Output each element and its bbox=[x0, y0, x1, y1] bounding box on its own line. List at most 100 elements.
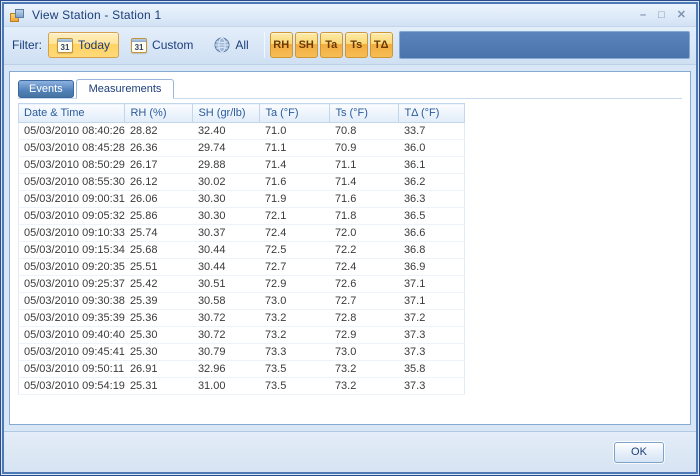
table-cell: 25.30 bbox=[125, 327, 193, 344]
table-cell: 05/03/2010 08:55:30 bbox=[19, 174, 125, 191]
table-cell: 36.3 bbox=[399, 191, 465, 208]
table-cell: 05/03/2010 08:45:28 bbox=[19, 140, 125, 157]
table-row[interactable]: 05/03/2010 09:05:3225.8630.3072.171.836.… bbox=[19, 208, 465, 225]
table-row[interactable]: 05/03/2010 09:45:4125.3030.7973.373.037.… bbox=[19, 344, 465, 361]
table-row[interactable]: 05/03/2010 09:20:3525.5130.4472.772.436.… bbox=[19, 259, 465, 276]
table-cell: 26.36 bbox=[125, 140, 193, 157]
filter-label: Filter: bbox=[12, 38, 42, 52]
table-row[interactable]: 05/03/2010 09:54:1925.3131.0073.573.237.… bbox=[19, 378, 465, 395]
toggle-rh-button[interactable]: RH bbox=[270, 32, 293, 58]
toggle-tdelta-button[interactable]: TΔ bbox=[370, 32, 393, 58]
maximize-icon[interactable]: □ bbox=[658, 10, 665, 20]
table-row[interactable]: 05/03/2010 08:55:3026.1230.0271.671.436.… bbox=[19, 174, 465, 191]
filter-custom-button[interactable]: 31 Custom bbox=[122, 32, 202, 58]
table-cell: 71.1 bbox=[260, 140, 330, 157]
table-cell: 73.2 bbox=[330, 361, 399, 378]
view-station-window: View Station - Station 1 – □ ✕ Filter: 3… bbox=[0, 0, 700, 476]
table-cell: 30.44 bbox=[193, 259, 260, 276]
title-bar: View Station - Station 1 – □ ✕ bbox=[4, 4, 696, 27]
table-cell: 30.30 bbox=[193, 191, 260, 208]
table-cell: 30.30 bbox=[193, 208, 260, 225]
table-cell: 25.86 bbox=[125, 208, 193, 225]
filter-today-button[interactable]: 31 Today bbox=[48, 32, 119, 58]
table-cell: 71.4 bbox=[330, 174, 399, 191]
window-frame: View Station - Station 1 – □ ✕ Filter: 3… bbox=[2, 2, 698, 474]
table-cell: 25.74 bbox=[125, 225, 193, 242]
ok-button[interactable]: OK bbox=[614, 442, 664, 463]
table-cell: 26.17 bbox=[125, 157, 193, 174]
table-cell: 73.3 bbox=[260, 344, 330, 361]
table-cell: 73.2 bbox=[330, 378, 399, 395]
table-cell: 25.68 bbox=[125, 242, 193, 259]
table-cell: 30.72 bbox=[193, 327, 260, 344]
table-cell: 05/03/2010 09:20:35 bbox=[19, 259, 125, 276]
table-row[interactable]: 05/03/2010 08:40:2628.8232.4071.070.833.… bbox=[19, 123, 465, 140]
table-row[interactable]: 05/03/2010 09:30:3825.3930.5873.072.737.… bbox=[19, 293, 465, 310]
table-cell: 71.9 bbox=[260, 191, 330, 208]
table-cell: 73.5 bbox=[260, 378, 330, 395]
table-cell: 05/03/2010 09:30:38 bbox=[19, 293, 125, 310]
table-body: 05/03/2010 08:40:2628.8232.4071.070.833.… bbox=[19, 123, 465, 395]
table-cell: 29.88 bbox=[193, 157, 260, 174]
column-header-datetime[interactable]: Date & Time bbox=[19, 104, 125, 123]
filter-toolbar: Filter: 31 Today 31 Custom All bbox=[4, 27, 696, 65]
table-cell: 36.2 bbox=[399, 174, 465, 191]
tab-events[interactable]: Events bbox=[18, 80, 74, 98]
table-row[interactable]: 05/03/2010 09:15:3425.6830.4472.572.236.… bbox=[19, 242, 465, 259]
table-cell: 28.82 bbox=[125, 123, 193, 140]
column-header-ts[interactable]: Ts (°F) bbox=[330, 104, 399, 123]
toggle-ta-button[interactable]: Ta bbox=[320, 32, 343, 58]
table-row[interactable]: 05/03/2010 09:25:3725.4230.5172.972.637.… bbox=[19, 276, 465, 293]
table-cell: 37.3 bbox=[399, 344, 465, 361]
toggle-ts-button[interactable]: Ts bbox=[345, 32, 368, 58]
table-cell: 73.2 bbox=[260, 327, 330, 344]
table-cell: 30.02 bbox=[193, 174, 260, 191]
column-header-tdelta[interactable]: TΔ (°F) bbox=[399, 104, 465, 123]
table-row[interactable]: 05/03/2010 08:45:2826.3629.7471.170.936.… bbox=[19, 140, 465, 157]
table-cell: 73.0 bbox=[330, 344, 399, 361]
table-cell: 72.5 bbox=[260, 242, 330, 259]
table-cell: 29.74 bbox=[193, 140, 260, 157]
table-cell: 36.6 bbox=[399, 225, 465, 242]
table-cell: 71.8 bbox=[330, 208, 399, 225]
table-cell: 25.51 bbox=[125, 259, 193, 276]
table-cell: 05/03/2010 08:40:26 bbox=[19, 123, 125, 140]
table-cell: 72.2 bbox=[330, 242, 399, 259]
table-cell: 25.42 bbox=[125, 276, 193, 293]
table-row[interactable]: 05/03/2010 09:10:3325.7430.3772.472.036.… bbox=[19, 225, 465, 242]
table-cell: 05/03/2010 09:10:33 bbox=[19, 225, 125, 242]
table-cell: 71.6 bbox=[260, 174, 330, 191]
table-cell: 30.37 bbox=[193, 225, 260, 242]
tab-measurements[interactable]: Measurements bbox=[76, 79, 175, 99]
table-cell: 37.3 bbox=[399, 378, 465, 395]
close-icon[interactable]: ✕ bbox=[677, 10, 686, 20]
column-header-ta[interactable]: Ta (°F) bbox=[260, 104, 330, 123]
toolbar-separator bbox=[264, 32, 265, 58]
column-header-rh[interactable]: RH (%) bbox=[125, 104, 193, 123]
table-cell: 37.3 bbox=[399, 327, 465, 344]
table-cell: 72.4 bbox=[330, 259, 399, 276]
measurements-grid-area: Date & Time RH (%) SH (gr/lb) Ta (°F) Ts… bbox=[18, 99, 690, 424]
content-wrap: Events Measurements Date & Time RH (%) bbox=[4, 65, 696, 425]
table-cell: 32.96 bbox=[193, 361, 260, 378]
toggle-sh-button[interactable]: SH bbox=[295, 32, 318, 58]
window-controls: – □ ✕ bbox=[640, 10, 690, 20]
minimize-icon[interactable]: – bbox=[640, 10, 646, 20]
table-cell: 05/03/2010 09:54:19 bbox=[19, 378, 125, 395]
table-cell: 05/03/2010 09:45:41 bbox=[19, 344, 125, 361]
table-cell: 05/03/2010 08:50:29 bbox=[19, 157, 125, 174]
table-cell: 05/03/2010 09:00:31 bbox=[19, 191, 125, 208]
table-row[interactable]: 05/03/2010 09:50:1126.9132.9673.573.235.… bbox=[19, 361, 465, 378]
globe-icon bbox=[214, 37, 230, 53]
table-row[interactable]: 05/03/2010 09:00:3126.0630.3071.971.636.… bbox=[19, 191, 465, 208]
table-cell: 72.7 bbox=[330, 293, 399, 310]
table-row[interactable]: 05/03/2010 09:35:3925.3630.7273.272.837.… bbox=[19, 310, 465, 327]
table-cell: 36.0 bbox=[399, 140, 465, 157]
table-row[interactable]: 05/03/2010 09:40:4025.3030.7273.272.937.… bbox=[19, 327, 465, 344]
table-cell: 36.9 bbox=[399, 259, 465, 276]
table-cell: 30.58 bbox=[193, 293, 260, 310]
column-header-sh[interactable]: SH (gr/lb) bbox=[193, 104, 260, 123]
filter-all-button[interactable]: All bbox=[205, 32, 257, 58]
filter-all-label: All bbox=[235, 38, 248, 52]
table-row[interactable]: 05/03/2010 08:50:2926.1729.8871.471.136.… bbox=[19, 157, 465, 174]
